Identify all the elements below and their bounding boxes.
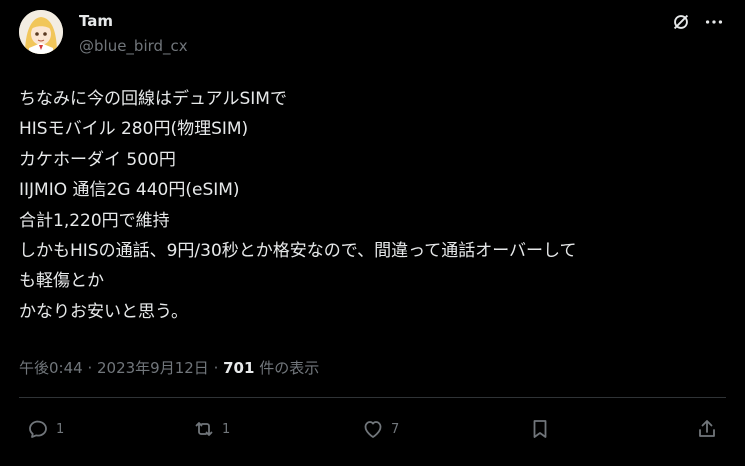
tweet-text: ちなみに今の回線はデュアルSIMで HISモバイル 280円(物理SIM) カケ… <box>19 84 719 327</box>
more-icon[interactable] <box>703 11 725 33</box>
share-icon <box>699 420 715 437</box>
tweet-line: 合計1,220円で維持 <box>19 210 170 231</box>
author-handle[interactable]: @blue_bird_cx <box>79 37 188 55</box>
tweet-meta: 午後0:44 · 2023年9月12日 · 701 件の表示 <box>19 357 319 378</box>
bookmark-icon <box>533 420 547 438</box>
avatar[interactable] <box>19 10 63 54</box>
like-button[interactable]: 7 <box>361 416 399 442</box>
like-count: 7 <box>391 421 400 437</box>
retweet-button[interactable]: 1 <box>192 416 230 442</box>
tweet-line: しかもHISの通話、9円/30秒とか格安なので、間違って通話オーバーして <box>19 241 577 262</box>
reply-icon <box>29 420 47 438</box>
tweet-line: かなりお安いと思う。 <box>19 301 188 322</box>
meta-separator: · <box>82 359 97 377</box>
bookmark-button[interactable] <box>528 416 552 442</box>
heart-icon <box>364 421 382 438</box>
retweet-icon <box>195 422 213 436</box>
retweet-count: 1 <box>222 421 231 437</box>
view-count[interactable]: 701 <box>223 359 254 377</box>
author-name[interactable]: Tam <box>79 12 113 30</box>
divider <box>19 397 726 398</box>
grok-icon[interactable] <box>670 11 692 33</box>
view-label[interactable]: 件の表示 <box>254 359 319 377</box>
tweet-line: ちなみに今の回線はデュアルSIMで <box>19 89 287 109</box>
tweet-line: HISモバイル 280円(物理SIM) <box>19 119 249 140</box>
tweet-line: カケホーダイ 500円 <box>19 149 176 170</box>
tweet-line: IIJMIO 通信2G 440円(eSIM) <box>19 180 240 201</box>
tweet-line: も軽傷とか <box>19 271 104 292</box>
reply-button[interactable]: 1 <box>26 416 64 442</box>
meta-separator: · <box>208 359 224 377</box>
tweet-date[interactable]: 2023年9月12日 <box>97 359 209 377</box>
tweet-time[interactable]: 午後0:44 <box>19 359 83 377</box>
share-button[interactable] <box>695 416 719 442</box>
reply-count: 1 <box>56 421 65 437</box>
